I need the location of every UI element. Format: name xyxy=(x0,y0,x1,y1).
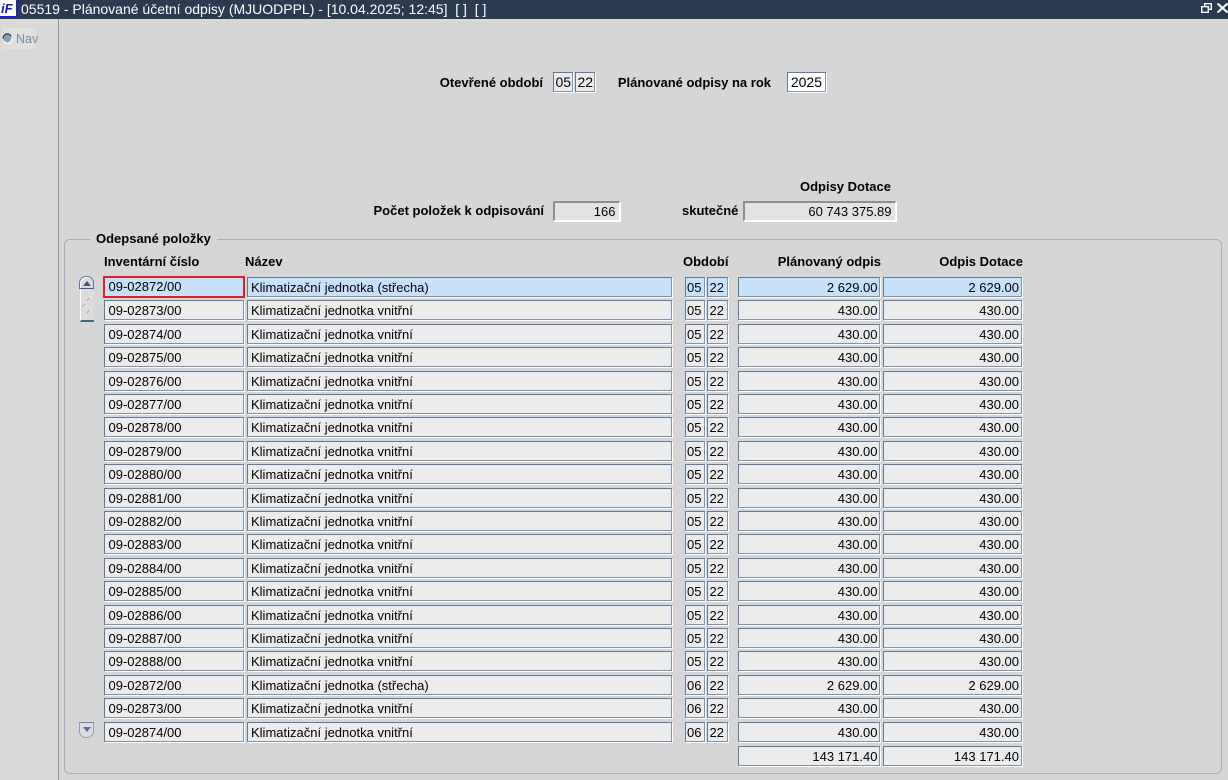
svg-text:iF: iF xyxy=(1,1,14,16)
